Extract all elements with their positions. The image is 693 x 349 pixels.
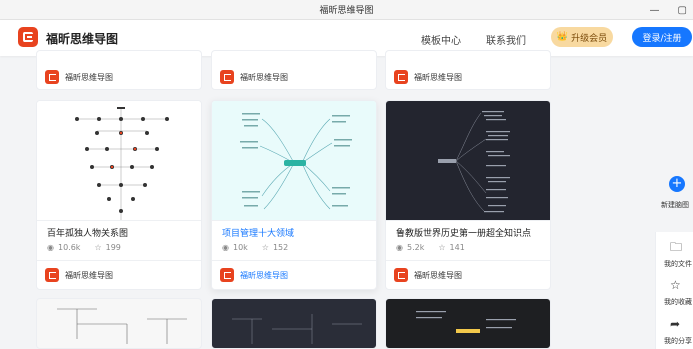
my-shared-label[interactable]: 我的分享 — [664, 336, 692, 346]
mindmap-thumbnail — [416, 311, 516, 333]
divider — [386, 220, 550, 221]
card-title[interactable]: 项目管理十大领域 — [222, 226, 294, 239]
card-title[interactable]: 鲁教版世界历史第一册超全知识点 — [396, 226, 531, 239]
new-mindmap-button[interactable]: + — [669, 176, 685, 192]
side-panel: 🗀 我的文件 ☆ 我的收藏 ➦ 我的分享 — [655, 232, 693, 349]
brand-name[interactable]: 福昕思维导图 — [46, 30, 118, 47]
card-stats: ◉ 10.6k ☆ 199 — [47, 243, 121, 252]
star-icon: ☆ — [94, 243, 102, 252]
window-title: 福昕思维导图 — [319, 6, 374, 16]
card-author: 福昕思维导图 — [220, 70, 288, 84]
my-files-label[interactable]: 我的文件 — [664, 259, 692, 269]
template-card[interactable]: 福昕思维导图 — [385, 50, 551, 90]
upgrade-vip-label: 升级会员 — [571, 33, 608, 44]
author-avatar — [220, 268, 234, 282]
mindmap-thumbnail — [37, 101, 201, 221]
stars-count: 141 — [449, 243, 465, 252]
template-card[interactable] — [36, 298, 202, 349]
card-author: 福昕思维导图 — [45, 268, 113, 282]
template-card[interactable]: 鲁教版世界历史第一册超全知识点 ◉ 5.2k ☆ 141 福昕思维导图 — [385, 100, 551, 290]
maximize-button[interactable]: ▢ — [678, 5, 687, 16]
card-title[interactable]: 百年孤独人物关系图 — [47, 226, 128, 239]
card-author: 福昕思维导图 — [394, 70, 462, 84]
star-outline-icon[interactable]: ☆ — [670, 278, 681, 292]
star-icon: ☆ — [261, 243, 269, 252]
divider — [212, 220, 376, 221]
stars-count: 199 — [105, 243, 121, 252]
author-avatar — [45, 70, 59, 84]
views-count: 10.6k — [57, 243, 81, 252]
star-icon: ☆ — [438, 243, 446, 252]
views-icon: ◉ — [396, 243, 403, 252]
mindmap-thumbnail — [232, 314, 362, 344]
views-icon: ◉ — [47, 243, 54, 252]
card-author: 福昕思维导图 — [394, 268, 462, 282]
template-card[interactable]: 百年孤独人物关系图 ◉ 10.6k ☆ 199 福昕思维导图 — [36, 100, 202, 290]
crown-icon: 👑 — [556, 32, 569, 42]
mindmap-thumbnail — [57, 308, 187, 344]
card-stats: ◉ 5.2k ☆ 141 — [396, 243, 465, 252]
template-card[interactable]: 福昕思维导图 — [211, 50, 377, 90]
divider — [37, 260, 201, 261]
author-avatar — [394, 268, 408, 282]
divider — [386, 260, 550, 261]
views-count: 5.2k — [406, 243, 425, 252]
author-avatar — [45, 268, 59, 282]
template-card[interactable] — [385, 298, 551, 349]
nav-templates[interactable]: 模板中心 — [421, 32, 461, 47]
mindmap-thumbnail — [212, 101, 376, 220]
stars-count: 152 — [272, 243, 289, 252]
views-icon: ◉ — [222, 243, 229, 252]
share-icon[interactable]: ➦ — [670, 317, 680, 331]
views-count: 10k — [232, 243, 248, 252]
brand-logo[interactable] — [18, 27, 38, 47]
author-avatar — [394, 70, 408, 84]
my-favorites-label[interactable]: 我的收藏 — [664, 297, 692, 307]
window-controls: — ▢ — [650, 0, 687, 20]
template-card[interactable] — [211, 298, 377, 349]
mindmap-thumbnail — [386, 101, 550, 220]
card-author: 福昕思维导图 — [45, 70, 113, 84]
card-author: 福昕思维导图 — [220, 268, 288, 282]
author-avatar — [220, 70, 234, 84]
folder-icon[interactable]: 🗀 — [670, 238, 682, 259]
upgrade-vip-button[interactable]: 👑 升级会员 — [551, 27, 613, 47]
card-stats: ◉ 10k ☆ 152 — [222, 243, 288, 252]
window-titlebar: 福昕思维导图 — ▢ — [0, 0, 693, 20]
divider — [212, 260, 376, 261]
minimize-button[interactable]: — — [650, 5, 660, 16]
new-mindmap-label[interactable]: 新建脑图 — [661, 200, 689, 210]
divider — [37, 220, 201, 221]
logo-icon — [23, 32, 33, 42]
nav-contact[interactable]: 联系我们 — [486, 32, 526, 47]
template-card[interactable]: 项目管理十大领域 ◉ 10k ☆ 152 福昕思维导图 — [211, 100, 377, 290]
template-card[interactable]: 福昕思维导图 — [36, 50, 202, 90]
login-register-button[interactable]: 登录/注册 — [632, 27, 692, 47]
